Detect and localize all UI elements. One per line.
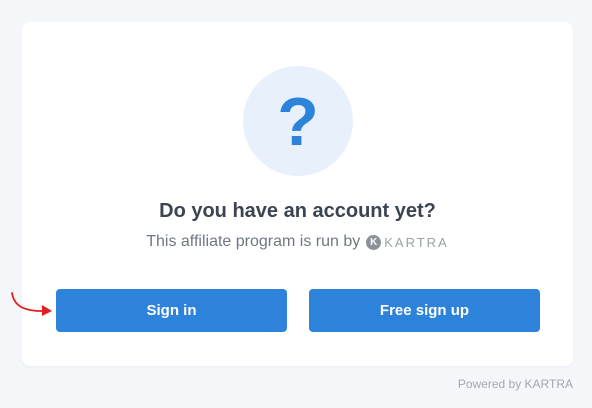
- annotation-arrow-icon: [11, 292, 52, 316]
- powered-by-footer: Powered by KARTRA: [457, 377, 573, 391]
- subtitle-text: This affiliate program is run by: [146, 233, 361, 250]
- question-icon-circle: ?: [243, 66, 353, 176]
- prompt-subtitle: This affiliate program is run by K KARTR…: [22, 233, 573, 251]
- kartra-wordmark: KARTRA: [384, 234, 449, 250]
- prompt-heading: Do you have an account yet?: [159, 200, 436, 222]
- kartra-k-icon: K: [366, 234, 382, 250]
- account-prompt-card: ? Do you have an account yet? This affil…: [22, 22, 573, 366]
- kartra-logo: K KARTRA: [366, 234, 449, 250]
- question-mark-icon: ?: [277, 84, 319, 160]
- sign-in-button[interactable]: Sign in: [56, 289, 287, 332]
- free-sign-up-button[interactable]: Free sign up: [309, 289, 540, 332]
